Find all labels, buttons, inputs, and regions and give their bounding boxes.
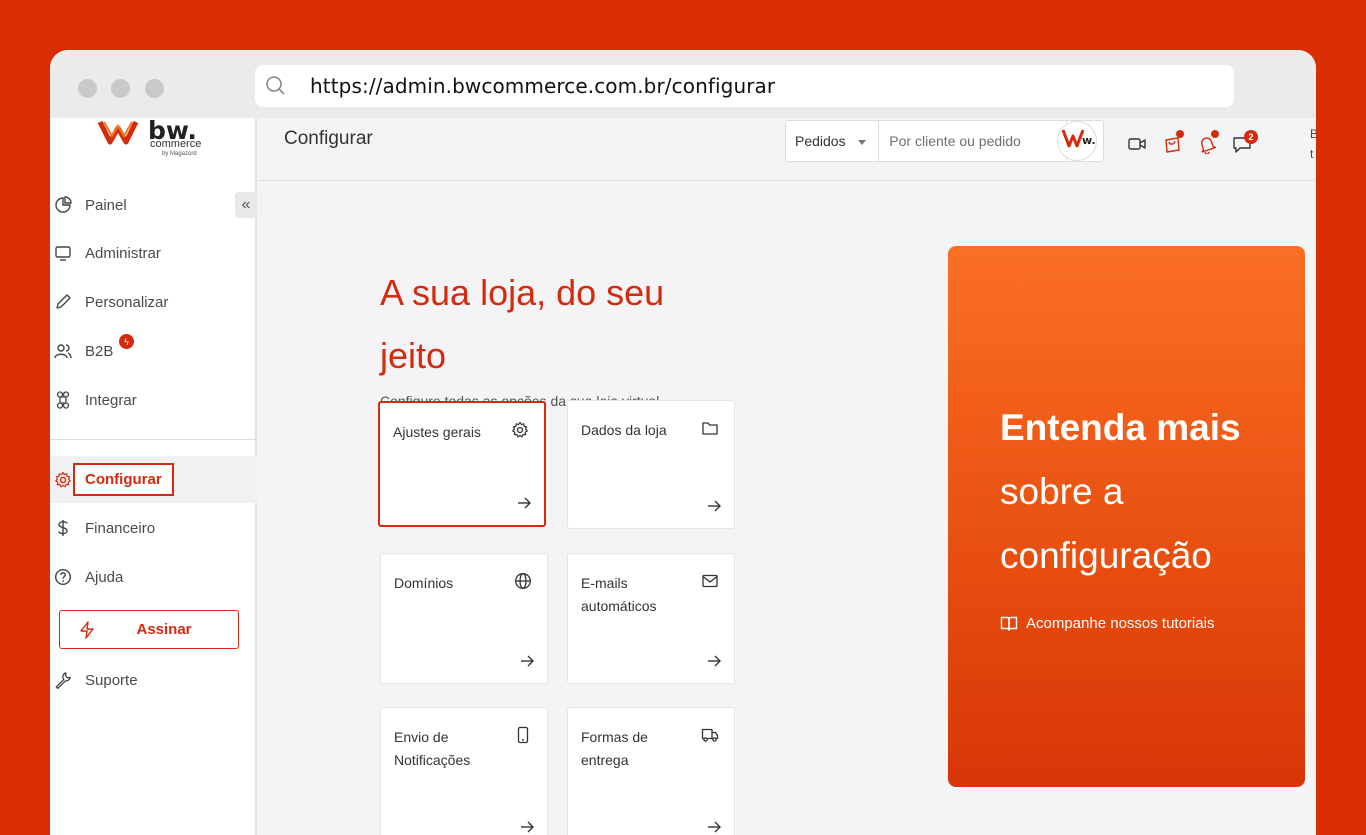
- sidebar-item-ajuda[interactable]: Ajuda: [50, 555, 257, 599]
- app: bw. commerce by Magazord « Painel Admini…: [50, 116, 1316, 835]
- gear-icon: [54, 471, 72, 489]
- folder-icon: [701, 419, 719, 437]
- browser-window: https://admin.bwcommerce.com.br/configur…: [50, 50, 1316, 835]
- dollar-icon: [54, 519, 72, 537]
- video-icon[interactable]: [1127, 134, 1147, 154]
- address-bar[interactable]: https://admin.bwcommerce.com.br/configur…: [255, 65, 1234, 107]
- sidebar-item-label: B2B: [85, 342, 114, 360]
- arrow-right-icon: [706, 498, 722, 514]
- smartphone-icon: [514, 726, 532, 744]
- sidebar-item-label: Ajuda: [85, 568, 124, 586]
- logo-byline: by Magazord: [162, 151, 197, 157]
- pie-chart-icon: [54, 196, 72, 214]
- sidebar-item-personalizar[interactable]: Personalizar: [50, 280, 257, 324]
- settings-card-ajustes-gerais[interactable]: Ajustes gerais: [378, 401, 546, 527]
- card-title: Ajustes gerais: [393, 424, 481, 440]
- truck-icon: [701, 726, 719, 744]
- tutorials-link[interactable]: Acompanhe nossos tutoriais: [1000, 614, 1214, 632]
- card-title: Domínios: [394, 575, 454, 591]
- promo-title-bold: Entenda mais: [1000, 407, 1241, 448]
- globe-icon: [514, 572, 532, 590]
- avatar[interactable]: w.: [1057, 121, 1097, 161]
- search-scope-value: Pedidos: [795, 133, 846, 149]
- wrench-icon: [54, 671, 72, 689]
- arrow-right-icon: [516, 495, 532, 511]
- page-title: Configurar: [284, 128, 373, 149]
- card-title: Envio de Notificações: [394, 729, 471, 768]
- settings-card-formas-de-entrega[interactable]: Formas de entrega: [567, 707, 735, 835]
- tutorial-promo-panel: Entenda mais sobre a configuração Acompa…: [948, 246, 1305, 787]
- sidebar-item-b2b[interactable]: B2B ϟ: [50, 329, 257, 373]
- lightning-badge-icon: ϟ: [119, 334, 134, 349]
- help-circle-icon: [54, 568, 72, 586]
- sidebar-item-integrar[interactable]: Integrar: [50, 378, 257, 422]
- window-maximize-dot[interactable]: [145, 79, 164, 98]
- browser-chrome: https://admin.bwcommerce.com.br/configur…: [50, 50, 1316, 118]
- users-icon: [54, 342, 72, 360]
- sidebar-item-label: Integrar: [85, 391, 137, 409]
- logo-subtext: commerce: [150, 138, 202, 150]
- sidebar-item-painel[interactable]: Painel: [50, 183, 257, 227]
- search-input[interactable]: [879, 121, 1067, 161]
- pencil-icon: [54, 293, 72, 311]
- sidebar-item-configurar[interactable]: Configurar: [50, 456, 257, 503]
- sidebar-item-label: Configurar: [73, 463, 174, 496]
- settings-card-emails-automaticos[interactable]: E-mails automáticos: [567, 553, 735, 684]
- gear-icon: [511, 421, 529, 439]
- sidebar: bw. commerce by Magazord « Painel Admini…: [50, 116, 257, 835]
- sidebar-item-suporte[interactable]: Suporte: [50, 658, 257, 702]
- card-title: Formas de entrega: [581, 729, 648, 768]
- brand-logo[interactable]: bw. commerce by Magazord: [97, 116, 208, 164]
- sidebar-item-label: Suporte: [85, 671, 138, 689]
- hero-title: A sua loja, do seu jeito: [380, 272, 665, 376]
- notification-dot: [1211, 130, 1219, 138]
- settings-card-envio-notificacoes[interactable]: Envio de Notificações: [380, 707, 548, 835]
- search-icon: [265, 75, 287, 97]
- address-url[interactable]: https://admin.bwcommerce.com.br/configur…: [310, 74, 775, 98]
- arrow-right-icon: [706, 819, 722, 835]
- sidebar-divider: [50, 439, 257, 440]
- book-open-icon: [1000, 614, 1018, 632]
- top-header: Configurar Pedidos Por cliente ou pedido…: [259, 118, 1316, 181]
- shopping-bag-icon[interactable]: [1162, 130, 1184, 154]
- settings-card-dominios[interactable]: Domínios: [380, 553, 548, 684]
- window-minimize-dot[interactable]: [111, 79, 130, 98]
- settings-card-dados-da-loja[interactable]: Dados da loja: [567, 400, 735, 529]
- user-name[interactable]: B t: [1310, 124, 1316, 164]
- card-title: Dados da loja: [581, 422, 667, 438]
- arrow-right-icon: [706, 653, 722, 669]
- card-title: E-mails automáticos: [581, 575, 657, 614]
- window-close-dot[interactable]: [78, 79, 97, 98]
- svg-text:w.: w.: [1082, 134, 1096, 147]
- sidebar-item-financeiro[interactable]: Financeiro: [50, 506, 257, 550]
- sidebar-item-administrar[interactable]: Administrar: [50, 231, 257, 275]
- notification-dot: [1176, 130, 1184, 138]
- arrow-right-icon: [519, 653, 535, 669]
- sidebar-item-label: Financeiro: [85, 519, 156, 537]
- chat-icon[interactable]: 2: [1232, 130, 1258, 154]
- promo-title: sobre a configuração: [1000, 471, 1212, 576]
- chevron-down-icon: [858, 140, 867, 145]
- command-icon: [54, 391, 72, 409]
- sidebar-item-label: Painel: [85, 196, 127, 214]
- search-scope-select[interactable]: Pedidos: [786, 121, 880, 161]
- tutorials-link-label: Acompanhe nossos tutoriais: [1026, 614, 1215, 632]
- bell-icon[interactable]: [1197, 130, 1219, 154]
- sidebar-item-label: Personalizar: [85, 293, 169, 311]
- subscribe-button[interactable]: Assinar: [59, 610, 239, 649]
- subscribe-label: Assinar: [136, 621, 192, 638]
- mail-icon: [701, 572, 719, 590]
- arrow-right-icon: [519, 819, 535, 835]
- messages-count-badge: 2: [1244, 130, 1258, 144]
- sidebar-item-label: Administrar: [85, 244, 161, 262]
- monitor-icon: [54, 244, 72, 262]
